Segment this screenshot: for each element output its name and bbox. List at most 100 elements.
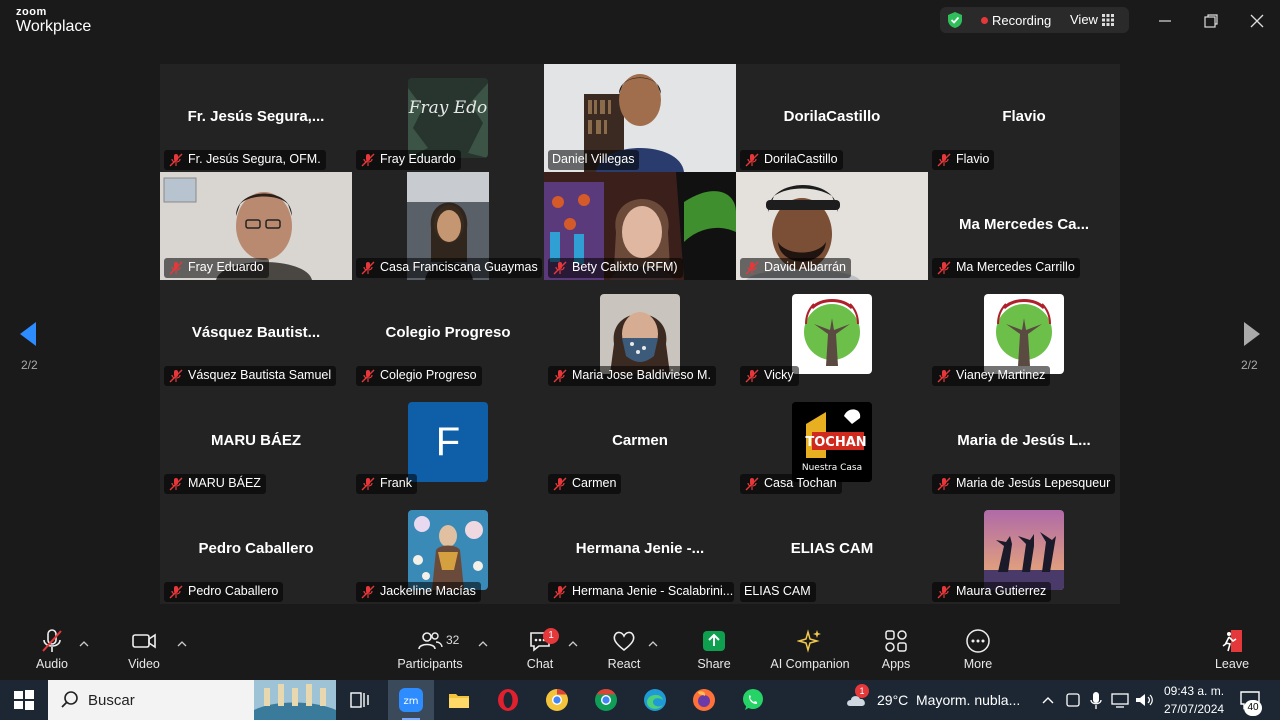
- participant-tile[interactable]: Jackeline Macías: [352, 496, 544, 604]
- participant-tile[interactable]: F Frank: [352, 388, 544, 496]
- participant-tile[interactable]: Colegio Progreso Colegio Progreso: [352, 280, 544, 388]
- participant-tile[interactable]: Vianey Martinez: [928, 280, 1120, 388]
- participant-tile[interactable]: Hermana Jenie -... Hermana Jenie - Scala…: [544, 496, 736, 604]
- security-shield-icon[interactable]: [946, 11, 964, 29]
- react-options-chevron-icon[interactable]: [648, 640, 658, 648]
- taskbar-search-box[interactable]: Buscar: [48, 680, 336, 720]
- chat-options-chevron-icon[interactable]: [568, 640, 578, 648]
- participant-tile[interactable]: Carmen Carmen: [544, 388, 736, 496]
- apps-label: Apps: [881, 657, 911, 671]
- video-camera-icon: [132, 633, 156, 649]
- video-label: Video: [128, 657, 160, 671]
- participants-label: Participants: [397, 657, 463, 671]
- opera-browser-icon[interactable]: [496, 688, 520, 712]
- file-explorer-icon[interactable]: [447, 688, 471, 712]
- muted-mic-icon: [169, 261, 183, 275]
- muted-mic-icon: [937, 369, 951, 383]
- participant-tile[interactable]: MARU BÁEZ MARU BÁEZ: [160, 388, 352, 496]
- search-icon: [61, 691, 78, 708]
- participant-display-name: Fr. Jesús Segura,...: [187, 108, 325, 125]
- participant-tile[interactable]: Maria Jose Baldivieso M.: [544, 280, 736, 388]
- grid-view-icon[interactable]: [1102, 14, 1114, 26]
- video-button[interactable]: Video: [126, 628, 162, 671]
- microphone-tray-icon[interactable]: [1088, 688, 1104, 712]
- participant-tile[interactable]: Pedro Caballero Pedro Caballero: [160, 496, 352, 604]
- edge-browser-icon[interactable]: [643, 688, 667, 712]
- show-hidden-icons-chevron-icon[interactable]: [1040, 688, 1056, 712]
- previous-page-arrow-icon[interactable]: [18, 320, 38, 348]
- participant-display-name: Vásquez Bautist...: [191, 324, 321, 341]
- participants-options-chevron-icon[interactable]: [478, 640, 488, 648]
- muted-mic-icon: [745, 153, 759, 167]
- close-icon[interactable]: [1248, 12, 1266, 30]
- muted-mic-icon: [169, 585, 183, 599]
- ai-companion-button[interactable]: AI Companion: [768, 628, 852, 671]
- participant-label-text: David Albarrán: [764, 260, 846, 274]
- participant-label-text: Vicky: [764, 368, 794, 382]
- muted-mic-icon: [937, 477, 951, 491]
- participant-tile[interactable]: Maura Gutierrez: [928, 496, 1120, 604]
- participant-display-name: Colegio Progreso: [385, 324, 511, 341]
- participant-tile[interactable]: Ma Mercedes Ca... Ma Mercedes Carrillo: [928, 172, 1120, 280]
- clock-time[interactable]: 09:43 a. m.: [1164, 684, 1224, 698]
- windows-start-icon[interactable]: [12, 688, 36, 712]
- participant-tile[interactable]: Flavio Flavio: [928, 64, 1120, 172]
- page-counter-right: 2/2: [1241, 358, 1258, 372]
- initial-avatar: F: [408, 402, 488, 482]
- participant-label-text: Maura Gutierrez: [956, 584, 1047, 598]
- logo-brand-bottom: Workplace: [16, 18, 92, 35]
- next-page-arrow-icon[interactable]: [1242, 320, 1262, 348]
- zoom-taskbar-app[interactable]: zm: [388, 680, 434, 720]
- participant-name-label: Casa Franciscana Guaymas: [356, 258, 542, 278]
- audio-button[interactable]: Audio: [34, 628, 70, 671]
- whatsapp-icon[interactable]: [741, 688, 765, 712]
- share-button[interactable]: Share: [694, 628, 734, 671]
- participant-tile[interactable]: Vásquez Bautist... Vásquez Bautista Samu…: [160, 280, 352, 388]
- chrome-browser-icon[interactable]: [545, 688, 569, 712]
- participant-name-label: Ma Mercedes Carrillo: [932, 258, 1080, 278]
- participant-tile[interactable]: Casa Franciscana Guaymas: [352, 172, 544, 280]
- muted-mic-icon: [745, 369, 759, 383]
- apps-button[interactable]: Apps: [880, 628, 912, 671]
- minimize-icon[interactable]: [1156, 12, 1174, 30]
- participant-tile[interactable]: ELIAS CAM ELIAS CAM: [736, 496, 928, 604]
- task-view-icon[interactable]: [348, 688, 372, 712]
- view-button[interactable]: View: [1070, 12, 1098, 27]
- participant-label-text: Fr. Jesús Segura, OFM.: [188, 152, 321, 166]
- participant-tile[interactable]: DorilaCastillo DorilaCastillo: [736, 64, 928, 172]
- participant-tile[interactable]: Maria de Jesús L... Maria de Jesús Lepes…: [928, 388, 1120, 496]
- participant-tile[interactable]: Vicky: [736, 280, 928, 388]
- participant-tile[interactable]: Fr. Jesús Segura,... Fr. Jesús Segura, O…: [160, 64, 352, 172]
- chrome-browser-icon[interactable]: [594, 688, 618, 712]
- profile-picture: [408, 510, 488, 590]
- recording-label[interactable]: Recording: [992, 13, 1051, 28]
- participant-tile[interactable]: Fray Eduardo: [160, 172, 352, 280]
- firefox-browser-icon[interactable]: [692, 688, 716, 712]
- participant-tile[interactable]: Fray Edo Fray Eduardo: [352, 64, 544, 172]
- muted-mic-icon: [553, 585, 567, 599]
- maximize-icon[interactable]: [1202, 12, 1220, 30]
- more-button[interactable]: More: [960, 628, 996, 671]
- meet-now-icon[interactable]: [1064, 688, 1082, 712]
- volume-icon[interactable]: [1134, 688, 1154, 712]
- participant-tile[interactable]: David Albarrán: [736, 172, 928, 280]
- chat-label: Chat: [526, 657, 554, 671]
- muted-mic-icon: [937, 153, 951, 167]
- clock-date[interactable]: 27/07/2024: [1164, 702, 1224, 716]
- fray-edo-logo-image: Fray Edo: [408, 78, 488, 158]
- leave-button[interactable]: Leave: [1214, 628, 1250, 671]
- woman-with-mask-photo: [600, 294, 680, 374]
- video-options-chevron-icon[interactable]: [177, 640, 187, 648]
- participant-display-name: Carmen: [612, 432, 668, 449]
- network-icon[interactable]: [1110, 688, 1130, 712]
- profile-picture: [984, 294, 1064, 374]
- participant-tile[interactable]: TOCHAN Nuestra Casa Casa Tochan: [736, 388, 928, 496]
- participant-name-label: Flavio: [932, 150, 995, 170]
- muted-mic-icon: [745, 261, 759, 275]
- participant-tile-active-speaker[interactable]: Daniel Villegas: [544, 64, 736, 172]
- participant-tile[interactable]: Bety Calixto (RFM): [544, 172, 736, 280]
- audio-options-chevron-icon[interactable]: [79, 640, 89, 648]
- react-button[interactable]: React: [606, 628, 642, 671]
- recording-view-bar: Recording View: [940, 7, 1129, 33]
- participant-label-text: Frank: [380, 476, 412, 490]
